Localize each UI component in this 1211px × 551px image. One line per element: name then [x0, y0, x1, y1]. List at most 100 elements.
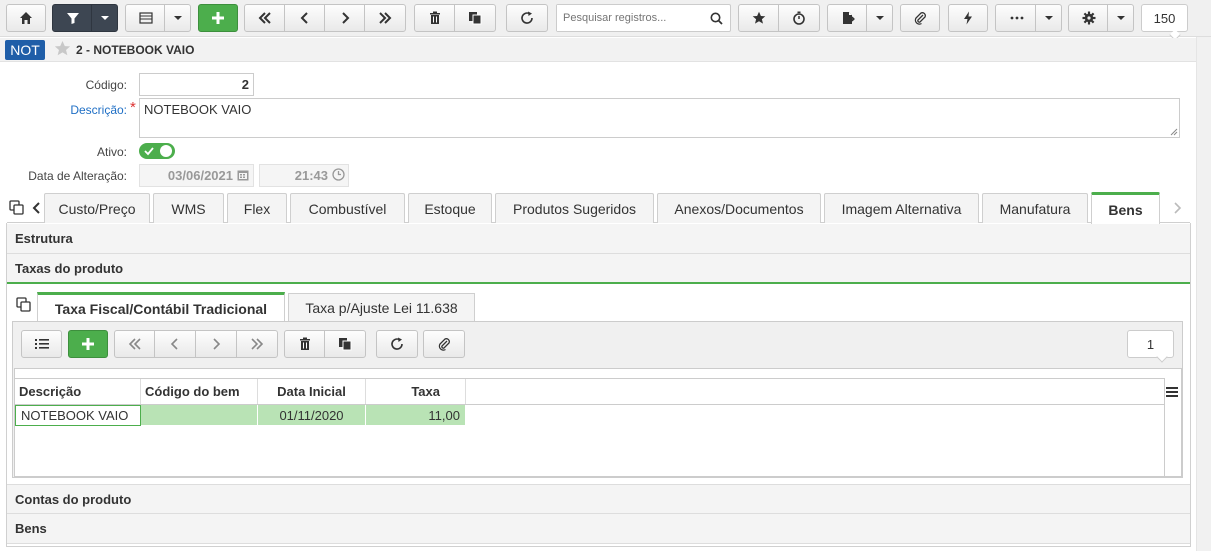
add-button[interactable] — [198, 4, 238, 32]
tab-bens[interactable]: Bens — [1091, 192, 1160, 224]
grid-vertical-scrollbar[interactable] — [1164, 378, 1165, 476]
list-icon — [34, 339, 49, 349]
view-mode-button[interactable] — [125, 4, 191, 32]
report-dropdown[interactable] — [866, 5, 892, 31]
tab-combustivel[interactable]: Combustível — [290, 193, 405, 223]
check-icon — [144, 147, 154, 156]
table-cell-data-inicial[interactable]: 01/11/2020 — [258, 405, 366, 425]
gear-icon — [1082, 11, 1096, 25]
home-button[interactable] — [6, 4, 46, 32]
descricao-label: Descrição: — [70, 103, 127, 117]
trash-icon — [429, 11, 440, 24]
column-header-taxa[interactable]: Taxa — [366, 379, 466, 404]
grid-add-button[interactable] — [68, 330, 108, 358]
section-bens[interactable]: Bens — [7, 514, 1190, 544]
settings-dropdown[interactable] — [1107, 5, 1133, 31]
table-cell-descricao[interactable]: NOTEBOOK VAIO — [15, 405, 141, 426]
grid-copy-button[interactable] — [324, 330, 366, 358]
copy-button[interactable] — [454, 4, 496, 32]
grid-delete-button[interactable] — [284, 330, 325, 358]
tab-anexos-documentos[interactable]: Anexos/Documentos — [657, 193, 821, 223]
descricao-textarea[interactable]: NOTEBOOK VAIO — [139, 98, 1180, 138]
section-taxas-do-produto[interactable]: Taxas do produto — [7, 254, 1190, 284]
grid-attachment-button[interactable] — [423, 330, 465, 358]
table-cell-codigo-do-bem[interactable] — [141, 405, 258, 425]
data-alteracao-label: Data de Alteração: — [28, 169, 127, 183]
tab-estoque[interactable]: Estoque — [408, 193, 492, 223]
filter-button[interactable] — [52, 4, 118, 32]
column-header-codigo-do-bem[interactable]: Código do bem — [141, 379, 258, 404]
chevron-down-icon — [875, 16, 884, 20]
tab-imagem-alternativa[interactable]: Imagem Alternativa — [824, 193, 979, 223]
delete-button[interactable] — [414, 4, 455, 32]
filter-dropdown[interactable] — [91, 5, 117, 31]
home-icon — [20, 12, 32, 24]
tab-custo-preco[interactable]: Custo/Preço — [44, 193, 150, 223]
report-button[interactable] — [827, 4, 893, 32]
tabs-scroll-left-icon[interactable] — [32, 201, 42, 215]
grid-previous-button[interactable] — [154, 330, 196, 358]
copy-icon — [339, 338, 352, 351]
trash-icon — [299, 337, 310, 350]
column-header-descricao[interactable]: Descrição — [15, 379, 141, 404]
toggle-knob — [160, 145, 172, 157]
stopwatch-icon — [793, 11, 805, 25]
favorite-star-icon[interactable] — [54, 40, 71, 57]
grid-page-size-field[interactable]: 1 — [1127, 330, 1174, 358]
lightning-icon — [964, 11, 972, 25]
clock-icon — [332, 168, 345, 181]
codigo-label: Código: — [85, 78, 127, 92]
grid-last-button[interactable] — [236, 330, 278, 358]
page-scrollbar[interactable] — [1196, 37, 1211, 551]
paperclip-icon — [438, 338, 450, 351]
tabs-overview-icon[interactable] — [9, 200, 24, 215]
first-record-button[interactable] — [244, 4, 285, 32]
favorite-button[interactable] — [738, 4, 779, 32]
search-field[interactable] — [556, 4, 731, 32]
more-options-dropdown[interactable] — [1035, 5, 1061, 31]
ativo-toggle[interactable] — [139, 143, 175, 159]
required-asterisk: * — [130, 99, 136, 116]
chevron-down-icon — [1116, 16, 1125, 20]
subtab-taxa-fiscal[interactable]: Taxa Fiscal/Contábil Tradicional — [37, 292, 285, 322]
grid-next-button[interactable] — [195, 330, 237, 358]
next-record-button[interactable] — [324, 4, 365, 32]
tab-wms[interactable]: WMS — [153, 193, 224, 223]
column-header-data-inicial[interactable]: Data Inicial — [258, 379, 366, 404]
section-estrutura[interactable]: Estrutura — [7, 224, 1190, 254]
chevron-down-icon — [1044, 16, 1053, 20]
grid-list-button[interactable] — [21, 330, 62, 358]
grid-first-button[interactable] — [114, 330, 155, 358]
star-icon — [752, 11, 765, 24]
refresh-button[interactable] — [506, 4, 548, 32]
table-cell-taxa[interactable]: 11,00 — [366, 405, 466, 425]
subtabs-overview-icon[interactable] — [16, 297, 31, 312]
refresh-icon — [521, 11, 533, 24]
actions-button[interactable] — [948, 4, 988, 32]
view-mode-dropdown[interactable] — [164, 5, 190, 31]
section-contas-do-produto[interactable]: Contas do produto — [7, 484, 1190, 514]
tab-produtos-sugeridos[interactable]: Produtos Sugeridos — [495, 193, 654, 223]
attachment-button[interactable] — [900, 4, 940, 32]
paperclip-icon — [914, 12, 926, 25]
export-document-icon — [843, 12, 855, 24]
tabs-scroll-right-icon[interactable] — [1172, 201, 1182, 215]
resize-handle-icon[interactable] — [1170, 128, 1178, 136]
search-input[interactable] — [557, 5, 702, 31]
search-icon[interactable] — [710, 12, 723, 25]
more-options-button[interactable] — [995, 4, 1062, 32]
copy-icon — [469, 12, 482, 25]
column-menu-icon[interactable] — [1166, 387, 1178, 397]
subtab-taxa-ajuste[interactable]: Taxa p/Ajuste Lei 11.638 — [288, 293, 475, 321]
codigo-field[interactable]: 2 — [139, 73, 254, 96]
tab-flex[interactable]: Flex — [227, 193, 287, 223]
last-record-button[interactable] — [364, 4, 406, 32]
previous-record-button[interactable] — [284, 4, 325, 32]
grid-refresh-button[interactable] — [376, 330, 418, 358]
tab-manufatura[interactable]: Manufatura — [982, 193, 1088, 223]
settings-button[interactable] — [1068, 4, 1134, 32]
double-chevron-left-icon — [128, 338, 141, 350]
plus-icon — [82, 338, 94, 350]
timer-button[interactable] — [778, 4, 820, 32]
page-size-field[interactable]: 150 — [1141, 4, 1188, 32]
